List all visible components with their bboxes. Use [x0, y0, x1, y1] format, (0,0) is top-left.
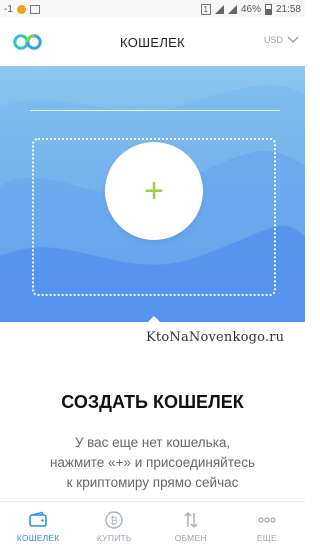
- status-bar: -1 1 46% 21:58: [0, 0, 305, 18]
- battery-icon: [264, 3, 272, 15]
- app-logo-icon[interactable]: [12, 33, 44, 51]
- create-wallet-description: У вас еще нет кошелька, нажмите «+» и пр…: [0, 433, 305, 493]
- nav-label-more: ЕЩЕ: [256, 532, 277, 543]
- nav-item-wallet[interactable]: КОШЕЛЕК: [0, 502, 76, 550]
- wallet-icon: [29, 511, 47, 527]
- status-right: 1 46% 21:58: [200, 3, 301, 15]
- wallet-hero: +: [0, 66, 305, 322]
- currency-label: USD: [263, 35, 283, 45]
- description-line: У вас еще нет кошелька,: [74, 435, 231, 450]
- battery-percent: 46%: [240, 3, 261, 15]
- currency-selector[interactable]: USD: [264, 35, 299, 45]
- hero-divider: [30, 110, 280, 111]
- app-header: КОШЕЛЕК USD: [0, 18, 305, 66]
- svg-text:₿: ₿: [111, 515, 118, 527]
- more-dots-icon: [258, 516, 276, 523]
- nav-label-wallet: КОШЕЛЕК: [16, 532, 60, 543]
- nav-label-buy: КУПИТЬ: [97, 532, 132, 543]
- cell-signal-icon: [214, 4, 224, 14]
- bottom-navigation: КОШЕЛЕК ₿ КУПИТЬ ОБМЕН ЕЩЕ: [0, 501, 305, 550]
- create-wallet-heading: СОЗДАТЬ КОШЕЛЕК: [61, 392, 244, 412]
- watermark-text: KtoNaNovenkogo.ru: [146, 330, 285, 345]
- pointer-triangle: [147, 316, 161, 323]
- status-left: -1: [4, 4, 40, 15]
- nav-item-more[interactable]: ЕЩЕ: [229, 502, 305, 550]
- image-notification-icon: [29, 4, 40, 14]
- plus-icon: +: [144, 172, 164, 210]
- description-line: к криптомиру прямо сейчас: [66, 475, 239, 490]
- cell-signal-2-icon: [227, 4, 237, 14]
- nav-label-exchange: ОБМЕН: [174, 532, 207, 543]
- page-title: КОШЕЛЕК: [120, 34, 185, 50]
- bitcoin-icon: ₿: [105, 510, 124, 529]
- signal-strength-text: -1: [4, 3, 13, 15]
- add-wallet-button[interactable]: +: [105, 142, 203, 240]
- notification-dot-icon: [16, 4, 26, 14]
- chevron-down-icon: [287, 36, 299, 44]
- nav-item-exchange[interactable]: ОБМЕН: [153, 502, 229, 550]
- clock: 21:58: [275, 3, 301, 15]
- nav-item-buy[interactable]: ₿ КУПИТЬ: [76, 502, 152, 550]
- description-line: нажмите «+» и присоединяйтесь: [49, 455, 256, 470]
- sim-badge: 1: [200, 3, 211, 15]
- exchange-arrows-icon: [184, 511, 198, 528]
